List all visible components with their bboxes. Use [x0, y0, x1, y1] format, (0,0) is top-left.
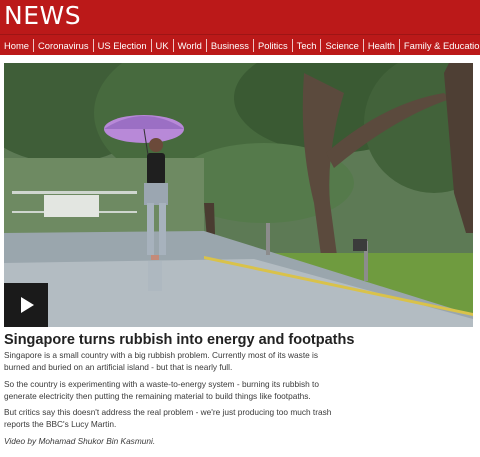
- video-player[interactable]: [4, 63, 473, 327]
- nav-item-science[interactable]: Science: [321, 38, 364, 52]
- article-headline: Singapore turns rubbish into energy and …: [4, 332, 355, 348]
- play-button[interactable]: [4, 283, 48, 327]
- nav-item-business[interactable]: Business: [207, 38, 254, 52]
- news-logo[interactable]: NEWS: [4, 2, 81, 30]
- nav-item-health[interactable]: Health: [364, 38, 400, 52]
- article-paragraph: So the country is experimenting with a w…: [4, 379, 319, 401]
- play-icon: [21, 297, 34, 313]
- masthead: NEWS: [0, 0, 480, 34]
- nav-item-world[interactable]: World: [174, 38, 207, 52]
- nav-item-family-education[interactable]: Family & Education: [400, 39, 480, 52]
- article-paragraph: But critics say this doesn't address the…: [4, 407, 332, 429]
- article-paragraph: Singapore is a small country with a big …: [4, 350, 319, 372]
- nav-item-tech[interactable]: Tech: [293, 38, 322, 52]
- nav-item-us-election[interactable]: US Election: [94, 38, 152, 52]
- video-thumbnail: [4, 63, 473, 327]
- nav-item-politics[interactable]: Politics: [254, 38, 293, 52]
- video-credit: Video by Mohamad Shukor Bin Kasmuni.: [4, 436, 156, 446]
- nav-item-uk[interactable]: UK: [152, 38, 174, 52]
- main-nav: Home Coronavirus US Election UK World Bu…: [0, 34, 480, 55]
- nav-item-coronavirus[interactable]: Coronavirus: [34, 38, 94, 52]
- nav-item-home[interactable]: Home: [0, 38, 35, 52]
